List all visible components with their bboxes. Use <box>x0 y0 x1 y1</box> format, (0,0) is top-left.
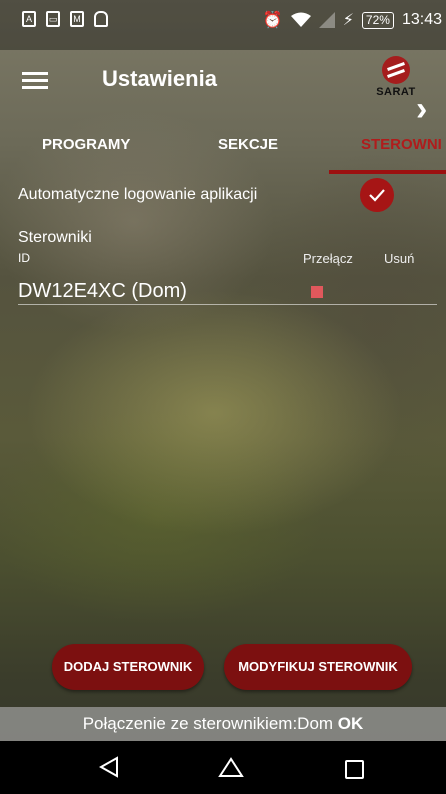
home-icon[interactable] <box>218 756 244 778</box>
add-controller-button[interactable]: DODAJ STEROWNIK <box>52 644 204 690</box>
controller-name: DW12E4XC (Dom) <box>18 280 187 302</box>
recent-apps-icon[interactable] <box>345 760 364 779</box>
column-header-id: ID <box>18 251 30 265</box>
controllers-title: Sterowniki <box>18 229 92 246</box>
connection-status-bar: Połączenie ze sterownikiem:Dom OK <box>0 707 446 741</box>
column-header-switch: Przełącz <box>303 251 353 266</box>
notification-icons: A ▭ M <box>22 11 108 27</box>
auto-login-label: Automatyczne logowanie aplikacji <box>18 186 258 203</box>
auto-login-checkbox[interactable] <box>360 178 394 212</box>
image-icon: ▭ <box>46 11 60 27</box>
connection-status-value: OK <box>337 714 364 733</box>
wifi-icon <box>290 12 311 27</box>
double-chevron-right-icon[interactable]: › <box>416 92 427 126</box>
navigation-bar <box>0 741 446 794</box>
active-tab-indicator <box>329 170 446 174</box>
column-header-delete: Usuń <box>384 251 415 266</box>
controller-switch-toggle[interactable] <box>311 286 323 298</box>
connection-status: Połączenie ze sterownikiem:Dom OK <box>0 714 446 734</box>
gmail-icon: M <box>70 11 84 27</box>
tab-sekcje[interactable]: SEKCJE <box>218 136 278 153</box>
a-icon: A <box>22 11 36 27</box>
tab-programy[interactable]: PROGRAMY <box>42 136 130 153</box>
app-screen: A ▭ M ⏰ ⚡ 72% 13:43 Ustawienia SARAT › P… <box>0 0 446 794</box>
app-toolbar: Ustawienia SARAT <box>0 50 446 110</box>
modify-controller-button[interactable]: MODYFIKUJ STEROWNIK <box>224 644 412 690</box>
clock: 13:43 <box>401 11 442 28</box>
system-icons: ⏰ ⚡ 72% 13:43 <box>263 10 442 30</box>
battery-level: 72% <box>361 11 394 29</box>
tab-bar: PROGRAMY SEKCJE STEROWNI <box>0 124 446 174</box>
sarat-logo-icon <box>382 56 410 84</box>
back-icon[interactable] <box>99 756 119 778</box>
check-icon <box>369 189 385 202</box>
connection-status-prefix: Połączenie ze sterownikiem:Dom <box>82 714 338 733</box>
signal-icon <box>318 12 335 28</box>
controller-row[interactable]: DW12E4XC (Dom) <box>18 274 437 305</box>
android-icon <box>94 11 108 27</box>
status-bar: A ▭ M ⏰ ⚡ 72% 13:43 <box>0 0 446 50</box>
alarm-icon: ⏰ <box>262 12 283 29</box>
page-title: Ustawienia <box>102 66 217 91</box>
charging-icon: ⚡ <box>342 12 354 29</box>
hamburger-menu-icon[interactable] <box>22 72 48 90</box>
tab-sterowniki[interactable]: STEROWNI <box>361 136 442 153</box>
